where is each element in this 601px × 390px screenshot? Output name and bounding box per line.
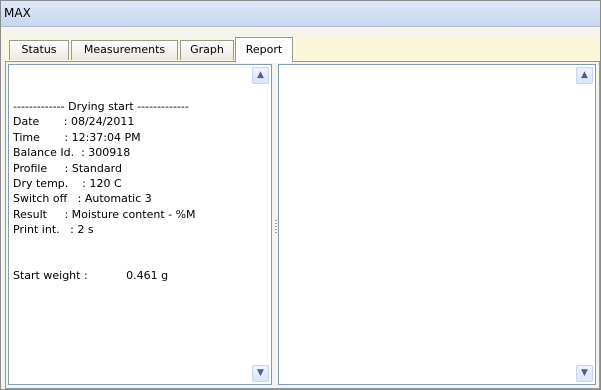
app-window: MAX Status Measurements Graph Report ---… — [0, 0, 601, 390]
window-title: MAX — [1, 1, 600, 27]
report-text-pane[interactable]: ------------- Drying start -------------… — [8, 64, 272, 385]
chevron-down-icon[interactable]: ▼ — [252, 365, 269, 382]
right-scrollbar[interactable]: ▲ ▼ — [576, 67, 593, 382]
chevron-down-icon[interactable]: ▼ — [576, 365, 593, 382]
tab-measurements[interactable]: Measurements — [71, 40, 178, 60]
chevron-up-icon[interactable]: ▲ — [576, 67, 593, 84]
tab-report[interactable]: Report — [235, 37, 293, 63]
tab-status[interactable]: Status — [9, 40, 69, 60]
report-panel: ------------- Drying start -------------… — [5, 62, 600, 389]
chevron-up-icon[interactable]: ▲ — [252, 67, 269, 84]
tab-graph[interactable]: Graph — [180, 40, 234, 60]
secondary-pane[interactable]: ▲ ▼ — [278, 64, 596, 385]
left-scrollbar[interactable]: ▲ ▼ — [252, 67, 269, 382]
tab-strip: Status Measurements Graph Report — [5, 37, 600, 63]
grip-icon — [275, 220, 277, 234]
pane-splitter[interactable] — [274, 64, 277, 385]
report-text: ------------- Drying start -------------… — [13, 100, 196, 283]
